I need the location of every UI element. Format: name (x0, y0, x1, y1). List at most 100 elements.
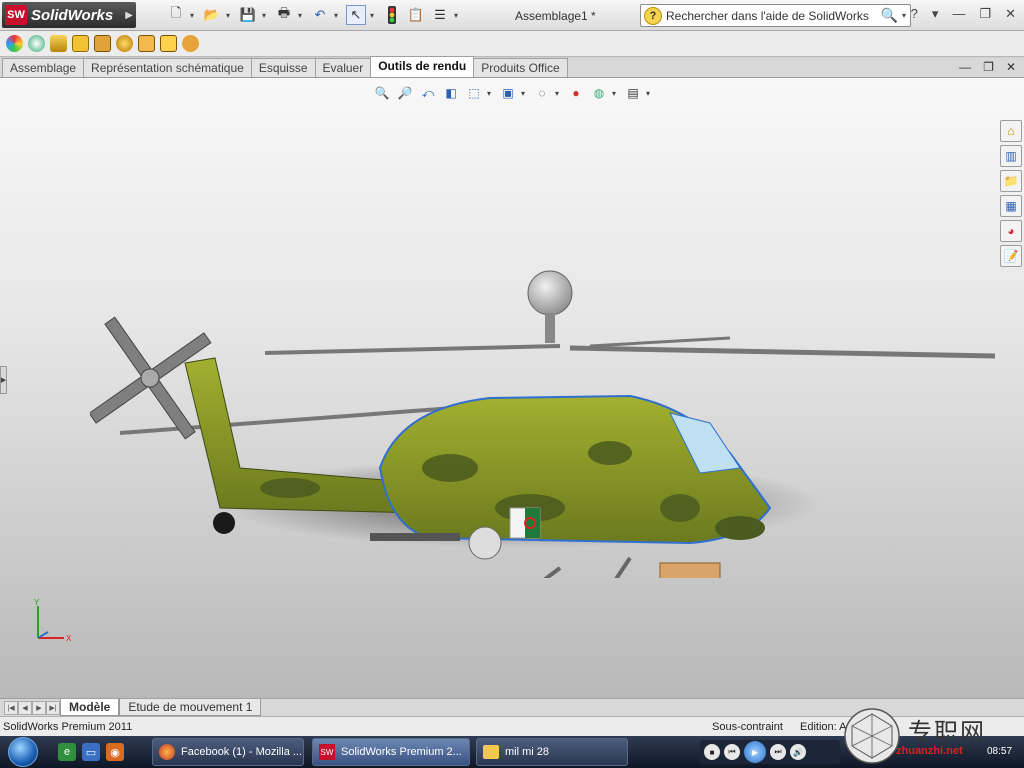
design-library-icon[interactable]: ▥ (1000, 145, 1022, 167)
camera-icon[interactable] (94, 35, 111, 52)
tab-first-icon[interactable]: |◀ (4, 700, 18, 715)
render-region-icon[interactable] (160, 35, 177, 52)
search-icon[interactable]: 🔍 (881, 7, 898, 24)
print-icon[interactable]: 🖶 (274, 5, 294, 25)
minimize-icon[interactable]: — (952, 6, 965, 22)
tab-assemblage[interactable]: Assemblage (2, 58, 85, 77)
tab-next-icon[interactable]: ▶ (32, 700, 46, 715)
zoom-to-area-icon[interactable]: 🔎 (395, 84, 415, 102)
display-style-dropdown-icon[interactable]: ▾ (521, 89, 529, 98)
light-icon[interactable] (72, 35, 89, 52)
constraint-status: Sous-contraint (712, 720, 783, 733)
apply-scene-icon[interactable]: ◍ (589, 84, 609, 102)
options-dropdown-icon[interactable]: ▾ (454, 11, 462, 20)
traffic-light-icon[interactable] (382, 5, 402, 25)
graphics-area[interactable]: 🔍 🔎 ⤺ ◧ ⬚ ▾ ▣ ▾ ◌ ▾ ● ◍ ▾ ▤ ▾ ⌂ ▥ 📁 ▦ ◕ 📝 ▶ (0, 78, 1024, 698)
flag-green-half (525, 508, 540, 538)
print-dropdown-icon[interactable]: ▾ (298, 11, 306, 20)
quick-launch-desktop-icon[interactable]: ▭ (82, 743, 100, 761)
helicopter-model[interactable] (90, 238, 1010, 578)
start-button[interactable] (0, 736, 46, 768)
solidworks-menu-button[interactable]: SW SolidWorks ▶ (2, 2, 136, 28)
media-player-controls: ■ ⏮ ▶ ⏭ 🔊 (700, 740, 840, 764)
open-dropdown-icon[interactable]: ▾ (226, 11, 234, 20)
save-dropdown-icon[interactable]: ▾ (262, 11, 270, 20)
zoom-to-fit-icon[interactable]: 🔍 (372, 84, 392, 102)
command-manager-tabs: Assemblage Représentation schématique Es… (0, 56, 1024, 78)
media-stop-icon[interactable]: ■ (704, 744, 720, 760)
title-bar: SW SolidWorks ▶ 🗋 ▾ 📂 ▾ 💾 ▾ 🖶 ▾ ↶ ▾ ↖ ▾ 📋 ☰ ▾ A… (0, 0, 1024, 31)
undo-dropdown-icon[interactable]: ▾ (334, 11, 342, 20)
restore-icon[interactable]: ❐ (979, 6, 991, 22)
media-next-icon[interactable]: ⏭ (770, 744, 786, 760)
tab-modele[interactable]: Modèle (60, 699, 120, 716)
appearance-icon[interactable] (6, 35, 23, 52)
hide-show-icon[interactable]: ◌ (532, 84, 552, 102)
help-question-icon: ? (644, 6, 662, 25)
search-dropdown-icon[interactable]: ▾ (902, 11, 910, 20)
decal-icon[interactable] (50, 35, 67, 52)
hide-show-dropdown-icon[interactable]: ▾ (555, 89, 563, 98)
undo-icon[interactable]: ↶ (310, 5, 330, 25)
scene-icon[interactable] (28, 35, 45, 52)
render-options-icon[interactable] (182, 35, 199, 52)
file-properties-icon[interactable]: 📋 (406, 5, 426, 25)
rotor-mast (545, 313, 555, 343)
new-dropdown-icon[interactable]: ▾ (190, 11, 198, 20)
tab-outils-de-rendu[interactable]: Outils de rendu (370, 56, 475, 77)
clock: 08:57 (987, 746, 1013, 757)
help-search-input[interactable]: ? Rechercher dans l'aide de SolidWorks 🔍… (640, 4, 911, 27)
save-icon[interactable]: 💾 (238, 5, 258, 25)
apply-scene-dropdown-icon[interactable]: ▾ (612, 89, 620, 98)
section-view-icon[interactable]: ◧ (441, 84, 461, 102)
new-document-icon[interactable]: 🗋 (166, 5, 186, 25)
quick-launch-ie-icon[interactable]: e (58, 743, 76, 761)
product-name: SolidWorks Premium 2011 (3, 720, 133, 733)
tab-etude-de-mouvement[interactable]: Etude de mouvement 1 (119, 699, 262, 716)
view-settings-icon[interactable]: ▤ (623, 84, 643, 102)
feature-manager-flyout-handle[interactable]: ▶ (0, 366, 7, 394)
tab-esquisse[interactable]: Esquisse (250, 58, 316, 77)
file-explorer-icon[interactable]: 📁 (1000, 170, 1022, 192)
media-play-icon[interactable]: ▶ (744, 741, 766, 763)
options-icon[interactable]: ☰ (430, 5, 450, 25)
rocket-pod (370, 533, 460, 541)
view-orientation-dropdown-icon[interactable]: ▾ (487, 89, 495, 98)
home-icon[interactable]: ⌂ (1000, 120, 1022, 142)
open-folder-icon[interactable]: 📂 (202, 5, 222, 25)
quick-launch-browser-icon[interactable]: ◉ (106, 743, 124, 761)
search-placeholder: Rechercher dans l'aide de SolidWorks (666, 8, 869, 23)
view-settings-dropdown-icon[interactable]: ▾ (646, 89, 654, 98)
view-palette-icon[interactable]: ▦ (1000, 195, 1022, 217)
mast-sensor-dome (527, 270, 573, 316)
tab-produits-office[interactable]: Produits Office (473, 58, 568, 77)
close-icon[interactable]: ✕ (1005, 6, 1016, 22)
tab-evaluer[interactable]: Evaluer (314, 58, 372, 77)
windows-orb-icon (8, 737, 38, 767)
tab-representation-schematique[interactable]: Représentation schématique (83, 58, 252, 77)
edit-appearance-icon[interactable]: ● (566, 84, 586, 102)
taskbar-item-solidworks[interactable]: SW SolidWorks Premium 2... (312, 738, 470, 766)
media-prev-icon[interactable]: ⏮ (724, 744, 740, 760)
doc-close-icon[interactable]: ✕ (1006, 60, 1016, 74)
help-dropdown-icon[interactable]: ▾ (932, 6, 939, 22)
heads-up-view-toolbar: 🔍 🔎 ⤺ ◧ ⬚ ▾ ▣ ▾ ◌ ▾ ● ◍ ▾ ▤ ▾ (372, 84, 654, 102)
doc-minimize-icon[interactable]: — (959, 60, 971, 74)
doc-restore-icon[interactable]: ❐ (983, 60, 994, 74)
standard-toolbar: 🗋 ▾ 📂 ▾ 💾 ▾ 🖶 ▾ ↶ ▾ ↖ ▾ 📋 ☰ ▾ (166, 5, 462, 25)
taskbar-item-firefox[interactable]: Facebook (1) - Mozilla ... (152, 738, 304, 766)
media-volume-icon[interactable]: 🔊 (790, 744, 806, 760)
help-button[interactable]: ? (911, 6, 918, 22)
taskbar-item-folder[interactable]: mil mi 28 (476, 738, 628, 766)
coordinate-triad: Y X (34, 598, 72, 643)
render-icon[interactable] (116, 35, 133, 52)
select-cursor-icon[interactable]: ↖ (346, 5, 366, 25)
tab-prev-icon[interactable]: ◀ (18, 700, 32, 715)
final-render-icon[interactable] (138, 35, 155, 52)
select-dropdown-icon[interactable]: ▾ (370, 11, 378, 20)
previous-view-icon[interactable]: ⤺ (418, 84, 438, 102)
rocket-pod-front (468, 526, 502, 560)
display-style-icon[interactable]: ▣ (498, 84, 518, 102)
view-orientation-icon[interactable]: ⬚ (464, 84, 484, 102)
tab-last-icon[interactable]: ▶| (46, 700, 60, 715)
